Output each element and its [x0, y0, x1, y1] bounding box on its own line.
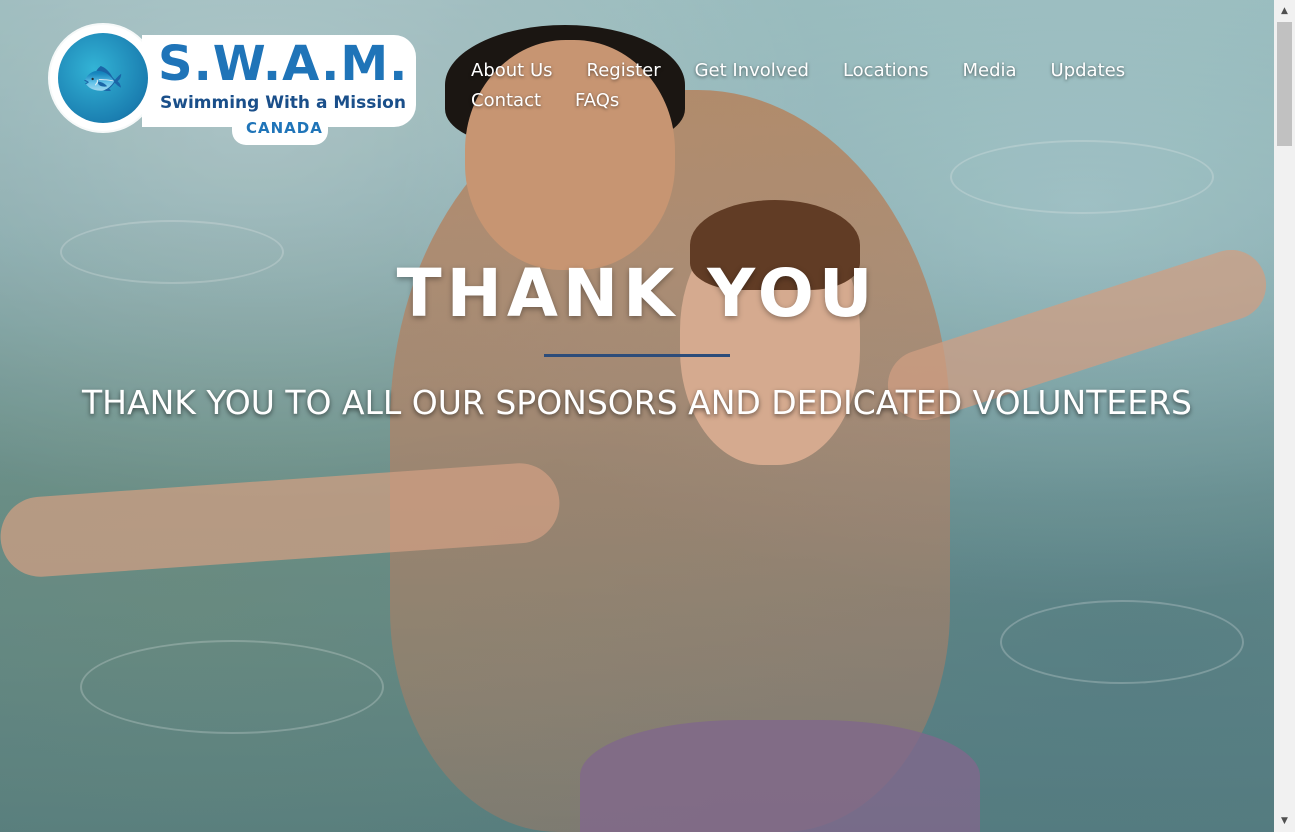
nav-link-get-involved[interactable]: Get Involved — [695, 60, 809, 81]
site-logo[interactable]: 🐟 S.W.A.M. Swimming With a Mission CANAD… — [50, 25, 416, 145]
nav-link-updates[interactable]: Updates — [1051, 60, 1126, 81]
logo-title: S.W.A.M. — [158, 36, 409, 92]
scroll-thumb[interactable] — [1277, 22, 1292, 146]
hero-subtitle: THANK YOU TO ALL OUR SPONSORS AND DEDICA… — [82, 383, 1192, 422]
logo-emblem: 🐟 — [50, 25, 156, 131]
fish-icon: 🐟 — [58, 33, 148, 123]
page: 🐟 S.W.A.M. Swimming With a Mission CANAD… — [0, 0, 1295, 832]
nav-link-about-us[interactable]: About Us — [471, 60, 553, 81]
hero-title: THANK YOU — [396, 255, 878, 332]
nav-link-locations[interactable]: Locations — [843, 60, 929, 81]
logo-country: CANADA — [246, 119, 323, 137]
scroll-down-arrow-icon[interactable]: ▼ — [1274, 812, 1295, 830]
nav-link-faqs[interactable]: FAQs — [575, 90, 619, 111]
nav-link-contact[interactable]: Contact — [471, 90, 541, 111]
nav-row: About Us Register Get Involved Locations… — [471, 55, 1151, 85]
nav-link-register[interactable]: Register — [587, 60, 661, 81]
title-divider — [544, 354, 730, 357]
nav-row: Contact FAQs — [471, 85, 1151, 115]
main-nav: About Us Register Get Involved Locations… — [471, 55, 1151, 115]
nav-link-media[interactable]: Media — [962, 60, 1016, 81]
logo-subtitle: Swimming With a Mission — [160, 93, 406, 113]
vertical-scrollbar[interactable]: ▲ ▼ — [1274, 0, 1295, 832]
scroll-up-arrow-icon[interactable]: ▲ — [1274, 2, 1295, 20]
